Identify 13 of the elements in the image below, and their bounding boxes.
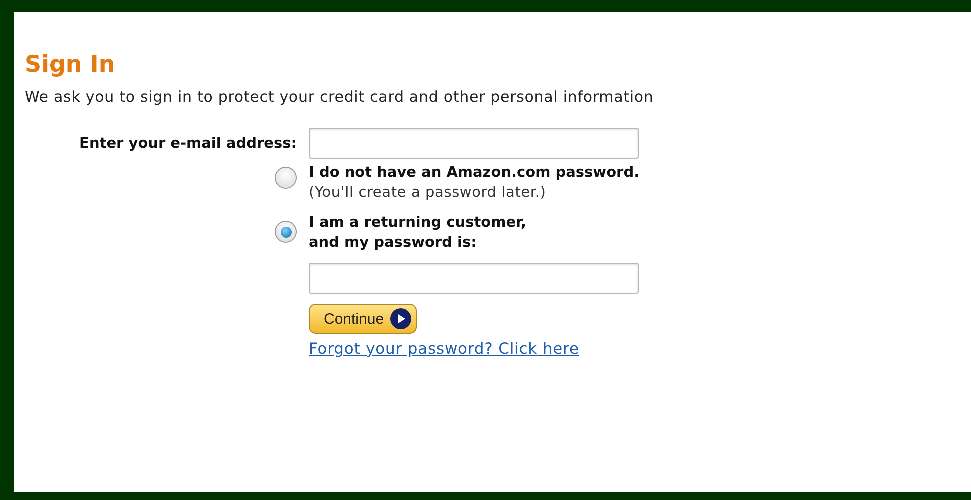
option-label: I do not have an Amazon.com password. [309, 164, 641, 183]
intro-text: We ask you to sign in to protect your credit card and other personal information [25, 88, 655, 106]
page-title: Sign In [25, 51, 116, 80]
option-note: (You'll create a password later.) [309, 184, 548, 203]
play-icon [390, 308, 412, 330]
radio-button[interactable] [275, 221, 297, 243]
email-field[interactable] [309, 128, 639, 159]
radio-button[interactable] [275, 167, 297, 189]
option-label: I am a returning customer, and my password is: [309, 214, 528, 253]
email-label: Enter your e-mail address: [78, 136, 297, 152]
password-field[interactable] [309, 263, 639, 294]
forgot-password-link[interactable]: Forgot your password? Click here [309, 340, 580, 358]
continue-button[interactable]: Continue [309, 304, 418, 334]
